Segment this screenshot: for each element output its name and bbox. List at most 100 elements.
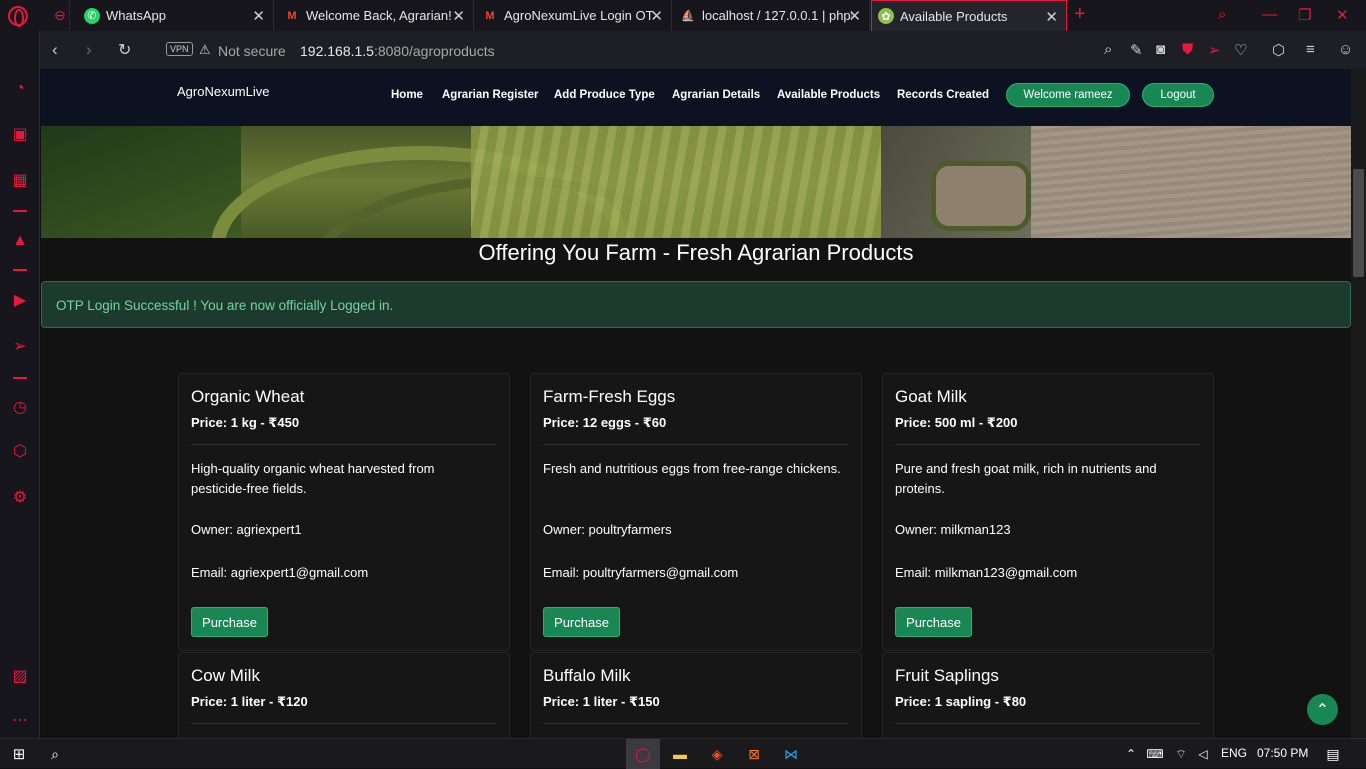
gamepad-icon: ⊖ bbox=[54, 7, 66, 23]
gamepad-tab-icon[interactable]: ⊖ bbox=[48, 0, 70, 31]
site-navbar: AgroNexumLive Home Agrarian Register Add… bbox=[41, 69, 1351, 126]
purchase-button[interactable]: Purchase bbox=[191, 607, 268, 637]
product-price: Price: 1 liter - ₹120 bbox=[191, 694, 308, 709]
product-card: Cow Milk Price: 1 liter - ₹120 bbox=[178, 652, 510, 738]
notifications-icon[interactable]: ▤ bbox=[1324, 743, 1342, 765]
logout-button[interactable]: Logout bbox=[1142, 83, 1214, 107]
back-to-top-button[interactable]: ⌃ bbox=[1307, 694, 1338, 725]
hero-foliage bbox=[41, 126, 241, 238]
url-host: 192.168.1.5 bbox=[300, 43, 374, 59]
nav-available-products[interactable]: Available Products bbox=[777, 89, 880, 101]
tab-phpmyadmin[interactable]: ⛵ localhost / 127.0.0.1 | phpM ✕ bbox=[674, 0, 870, 31]
search-icon[interactable]: ⌕ bbox=[1104, 41, 1112, 58]
product-email: Email: milkman123@gmail.com bbox=[895, 565, 1078, 580]
hero-paddy-plot bbox=[931, 161, 1031, 231]
language-indicator[interactable]: ENG bbox=[1221, 746, 1247, 760]
card-divider bbox=[895, 723, 1200, 724]
url-field[interactable]: 192.168.1.5:8080/agroproducts bbox=[300, 43, 495, 59]
browser-tab-strip: ⊖ ✆ WhatsApp ✕ M Welcome Back, Agrarian!… bbox=[0, 0, 1366, 31]
product-name: Goat Milk bbox=[895, 387, 967, 406]
send-icon[interactable]: ➢ bbox=[1208, 41, 1221, 59]
scrollbar-thumb[interactable] bbox=[1353, 169, 1364, 277]
opera-logo-icon[interactable] bbox=[8, 6, 28, 27]
forward-icon[interactable]: › bbox=[86, 40, 92, 60]
close-icon[interactable]: ✕ bbox=[1045, 8, 1058, 26]
opera-taskbar-icon[interactable]: ◯ bbox=[626, 739, 660, 769]
page-scrollbar[interactable] bbox=[1351, 69, 1366, 738]
nav-home[interactable]: Home bbox=[391, 89, 423, 101]
briefcase-icon[interactable]: ▣ bbox=[10, 125, 30, 145]
success-alert: OTP Login Successful ! You are now offic… bbox=[41, 281, 1351, 328]
chevron-up-icon[interactable]: ⌃ bbox=[1124, 743, 1138, 765]
purchase-button[interactable]: Purchase bbox=[895, 607, 972, 637]
settings-gear-icon[interactable]: ⚙ bbox=[10, 488, 30, 508]
product-card: Farm-Fresh Eggs Price: 12 eggs - ₹60 Fre… bbox=[530, 373, 862, 651]
history-icon[interactable]: ◷ bbox=[10, 398, 30, 418]
input-method-icon[interactable]: ⌨ bbox=[1146, 743, 1164, 765]
vscode-icon[interactable]: ⋈ bbox=[782, 743, 800, 765]
sidebar-divider bbox=[13, 210, 27, 212]
close-icon[interactable]: ✕ bbox=[650, 7, 663, 25]
close-icon[interactable]: ✕ bbox=[848, 7, 861, 25]
edit-icon[interactable]: ✎ bbox=[1130, 41, 1143, 59]
chevron-up-icon: ⌃ bbox=[1315, 701, 1330, 719]
window-close-icon[interactable]: ✕ bbox=[1336, 6, 1349, 24]
close-icon[interactable]: ✕ bbox=[252, 7, 265, 25]
purchase-button[interactable]: Purchase bbox=[543, 607, 620, 637]
volume-icon[interactable]: ◁ bbox=[1194, 743, 1212, 765]
wifi-icon[interactable]: ⌔ bbox=[1172, 743, 1190, 765]
close-icon[interactable]: ✕ bbox=[452, 7, 465, 25]
warning-icon: ⚠ bbox=[199, 42, 211, 57]
image-gallery-icon[interactable]: ▨ bbox=[10, 667, 30, 687]
menu-icon[interactable]: ≡ bbox=[1306, 41, 1315, 58]
taskbar-clock[interactable]: 07:50 PM bbox=[1257, 746, 1308, 760]
new-tab-icon[interactable]: + bbox=[1074, 3, 1086, 26]
aria-icon[interactable]: ▲ bbox=[10, 231, 30, 251]
xampp-icon[interactable]: ⊠ bbox=[745, 743, 763, 765]
reload-icon[interactable]: ↻ bbox=[118, 40, 131, 60]
figma-icon[interactable]: ◈ bbox=[708, 743, 726, 765]
vpn-badge[interactable]: VPN bbox=[166, 42, 193, 56]
profile-icon[interactable]: ☺ bbox=[1338, 41, 1353, 58]
tab-gmail-welcome[interactable]: M Welcome Back, Agrarian! - ✕ bbox=[278, 0, 474, 31]
windows-taskbar: ⊞ ⌕ ◯ ▬ ◈ ⊠ ⋈ ⌃ ⌨ ⌔ ◁ ENG 07:50 PM ▤ bbox=[0, 738, 1366, 769]
player-icon[interactable]: ▶ bbox=[10, 291, 30, 311]
cube-icon[interactable]: ⬡ bbox=[1272, 41, 1285, 59]
hero-plowed-field bbox=[1031, 126, 1351, 238]
welcome-user-button[interactable]: Welcome rameez bbox=[1006, 83, 1130, 107]
product-owner: Owner: milkman123 bbox=[895, 522, 1011, 537]
send-icon[interactable]: ➢ bbox=[10, 337, 30, 357]
back-icon[interactable]: ‹ bbox=[52, 40, 58, 60]
sidebar-divider bbox=[13, 377, 27, 379]
product-description: Pure and fresh goat milk, rich in nutrie… bbox=[895, 461, 1157, 496]
site-brand[interactable]: AgroNexumLive bbox=[177, 84, 270, 99]
card-divider bbox=[895, 444, 1200, 445]
minimize-icon[interactable]: — bbox=[1262, 6, 1277, 23]
cpu-icon[interactable]: ▦ bbox=[10, 171, 30, 191]
gmail-icon: M bbox=[287, 9, 297, 22]
nav-records-created[interactable]: Records Created bbox=[897, 89, 989, 101]
tab-available-products[interactable]: ✿ Available Products ✕ bbox=[871, 0, 1067, 31]
camera-icon[interactable]: ◙ bbox=[1156, 41, 1165, 58]
product-email: Email: poultryfarmers@gmail.com bbox=[543, 565, 739, 580]
nav-agrarian-register[interactable]: Agrarian Register bbox=[442, 89, 539, 101]
url-path: :8080/agroproducts bbox=[373, 43, 495, 59]
extensions-cube-icon[interactable]: ⬡ bbox=[10, 442, 30, 462]
nav-add-produce-type[interactable]: Add Produce Type bbox=[554, 89, 655, 101]
tab-gmail-otp[interactable]: M AgroNexumLive Login OTP ✕ bbox=[476, 0, 672, 31]
speed-dial-icon[interactable]: ◔ bbox=[10, 79, 30, 99]
nav-agrarian-details[interactable]: Agrarian Details bbox=[672, 89, 760, 101]
tab-whatsapp[interactable]: ✆ WhatsApp ✕ bbox=[78, 0, 274, 31]
search-icon[interactable]: ⌕ bbox=[1218, 6, 1226, 23]
heart-icon[interactable]: ♡ bbox=[1234, 41, 1247, 59]
whatsapp-icon: ✆ bbox=[84, 7, 100, 24]
security-status[interactable]: Not secure bbox=[218, 43, 286, 59]
product-email: Email: agriexpert1@gmail.com bbox=[191, 565, 369, 580]
adblock-shield-icon[interactable]: ⛊ bbox=[1182, 41, 1193, 58]
file-explorer-icon[interactable]: ▬ bbox=[671, 743, 689, 765]
search-icon[interactable]: ⌕ bbox=[46, 743, 64, 765]
product-name: Fruit Saplings bbox=[895, 666, 999, 685]
windows-start-icon[interactable]: ⊞ bbox=[10, 743, 28, 765]
restore-icon[interactable]: ❐ bbox=[1298, 6, 1311, 24]
more-options-icon[interactable]: ⋯ bbox=[10, 711, 30, 731]
